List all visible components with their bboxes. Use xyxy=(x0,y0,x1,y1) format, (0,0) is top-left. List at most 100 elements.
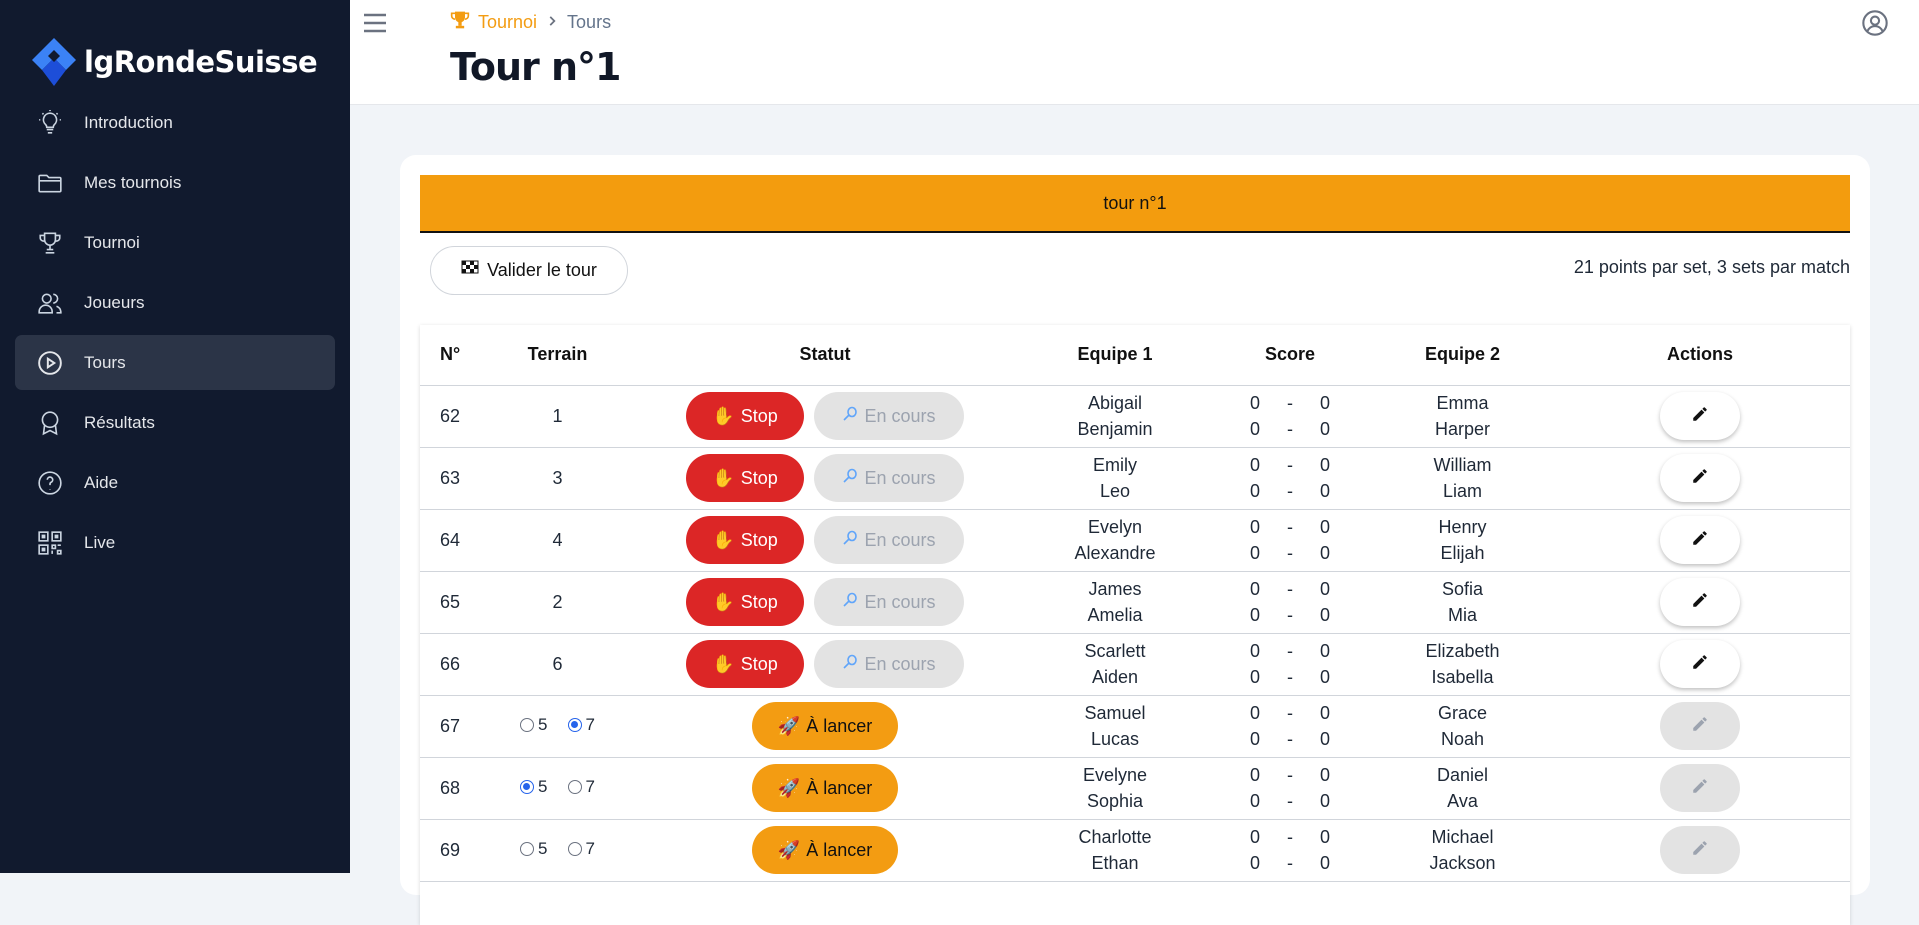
help-circle-icon xyxy=(36,469,64,497)
player-name: Jackson xyxy=(1429,853,1496,873)
team2-cell: Elizabeth Isabella xyxy=(1375,633,1550,696)
edit-button[interactable] xyxy=(1660,392,1740,440)
team1-cell: Abigail Benjamin xyxy=(1025,385,1205,448)
edit-button[interactable] xyxy=(1660,764,1740,812)
terrain-radio[interactable] xyxy=(567,718,582,732)
set-score: 0 - 0 xyxy=(1250,726,1330,752)
terrain-option-label: 7 xyxy=(585,715,595,734)
stop-button[interactable]: ✋ Stop xyxy=(686,578,804,626)
terrain-cell: 57 xyxy=(490,757,625,820)
brand[interactable]: lgRondeSuisse xyxy=(30,36,318,88)
edit-button[interactable] xyxy=(1660,702,1740,750)
edit-button[interactable] xyxy=(1660,826,1740,874)
score-team2: 0 xyxy=(1319,791,1330,811)
terrain-radio[interactable] xyxy=(567,842,582,856)
table-row: 65 2 ✋ Stop En cours James Amelia 0 - 0 0 - 0 Sofia Mi… xyxy=(420,571,1850,634)
terrain-cell: 3 xyxy=(490,447,625,510)
sidebar-item-live[interactable]: Live xyxy=(15,515,335,570)
sidebar-item-joueurs[interactable]: Joueurs xyxy=(15,275,335,330)
terrain-cell: 2 xyxy=(490,571,625,634)
player-name: Emma xyxy=(1436,393,1489,413)
sidebar-item-mes-tournois[interactable]: Mes tournois xyxy=(15,155,335,210)
edit-button[interactable] xyxy=(1660,640,1740,688)
score-cell: 0 - 0 0 - 0 xyxy=(1205,571,1375,634)
terrain-radio[interactable] xyxy=(567,780,582,794)
terrain-value: 6 xyxy=(552,653,563,674)
breadcrumb-tours: Tours xyxy=(567,12,612,32)
edit-button[interactable] xyxy=(1660,578,1740,626)
actions-cell xyxy=(1550,695,1850,758)
status-cell: 🚀 À lancer xyxy=(625,757,1025,820)
pencil-icon xyxy=(1691,777,1709,800)
terrain-radio-group: 57 xyxy=(520,777,595,797)
terrain-radio[interactable] xyxy=(520,718,535,732)
stop-button[interactable]: ✋ Stop xyxy=(686,640,804,688)
actions-cell xyxy=(1550,571,1850,634)
player-name: Ethan xyxy=(1091,853,1139,873)
stop-label: Stop xyxy=(740,653,778,674)
pencil-icon xyxy=(1691,839,1709,862)
score-team2: 0 xyxy=(1319,641,1330,661)
launch-button[interactable]: 🚀 À lancer xyxy=(752,826,898,874)
actions-cell xyxy=(1550,757,1850,820)
user-circle-icon[interactable] xyxy=(1861,9,1889,42)
rocket-icon: 🚀 xyxy=(777,839,801,860)
score-team1: 0 xyxy=(1250,517,1261,537)
status-cell: 🚀 À lancer xyxy=(625,819,1025,882)
score-separator: - xyxy=(1287,517,1293,537)
breadcrumb-tournoi[interactable]: Tournoi xyxy=(478,12,537,33)
player-name: Henry xyxy=(1438,517,1487,537)
player-name: Elijah xyxy=(1440,543,1485,563)
set-score: 0 - 0 xyxy=(1250,788,1330,814)
launch-button[interactable]: 🚀 À lancer xyxy=(752,702,898,750)
player-name: Sofia xyxy=(1441,579,1484,599)
terrain-option-label: 7 xyxy=(585,839,595,858)
qr-code-icon xyxy=(36,529,64,557)
racket-icon xyxy=(842,592,858,613)
score-cell: 0 - 0 0 - 0 xyxy=(1205,385,1375,448)
stop-button[interactable]: ✋ Stop xyxy=(686,516,804,564)
hand-icon: ✋ xyxy=(712,653,735,674)
launch-label: À lancer xyxy=(806,715,873,736)
player-name: Aiden xyxy=(1091,667,1139,687)
score-separator: - xyxy=(1287,481,1293,501)
score-separator: - xyxy=(1287,605,1293,625)
edit-button[interactable] xyxy=(1660,516,1740,564)
score-separator: - xyxy=(1287,765,1293,785)
menu-icon[interactable] xyxy=(362,11,388,35)
hand-icon: ✋ xyxy=(712,405,735,426)
edit-button[interactable] xyxy=(1660,454,1740,502)
match-number: 67 xyxy=(420,695,490,758)
stop-label: Stop xyxy=(740,467,778,488)
validate-round-button[interactable]: Valider le tour xyxy=(430,246,628,295)
score-team1: 0 xyxy=(1250,543,1261,563)
sidebar-item-label: Introduction xyxy=(84,112,173,132)
score-team2: 0 xyxy=(1319,765,1330,785)
score-cell: 0 - 0 0 - 0 xyxy=(1205,447,1375,510)
score-team2: 0 xyxy=(1319,393,1330,413)
team2-cell: Sofia Mia xyxy=(1375,571,1550,634)
sidebar-item-resultats[interactable]: Résultats xyxy=(15,395,335,450)
logo-icon xyxy=(32,38,76,86)
set-score: 0 - 0 xyxy=(1250,638,1330,664)
set-score: 0 - 0 xyxy=(1250,850,1330,876)
terrain-radio[interactable] xyxy=(520,780,535,794)
sidebar-item-tournoi[interactable]: Tournoi xyxy=(15,215,335,270)
status-cell: ✋ Stop En cours xyxy=(625,509,1025,572)
terrain-radio[interactable] xyxy=(520,842,535,856)
launch-button[interactable]: 🚀 À lancer xyxy=(752,764,898,812)
stop-button[interactable]: ✋ Stop xyxy=(686,454,804,502)
terrain-cell: 1 xyxy=(490,385,625,448)
set-score: 0 - 0 xyxy=(1250,762,1330,788)
terrain-value: 4 xyxy=(552,529,563,550)
sidebar-item-tours[interactable]: Tours xyxy=(15,335,335,390)
set-score: 0 - 0 xyxy=(1250,700,1330,726)
sidebar-item-introduction[interactable]: Introduction xyxy=(15,95,335,150)
team1-cell: Scarlett Aiden xyxy=(1025,633,1205,696)
chevron-right-icon xyxy=(545,12,559,33)
terrain-cell: 6 xyxy=(490,633,625,696)
sidebar-item-aide[interactable]: Aide xyxy=(15,455,335,510)
stop-button[interactable]: ✋ Stop xyxy=(686,392,804,440)
score-separator: - xyxy=(1287,419,1293,439)
col-score: Score xyxy=(1205,325,1375,386)
